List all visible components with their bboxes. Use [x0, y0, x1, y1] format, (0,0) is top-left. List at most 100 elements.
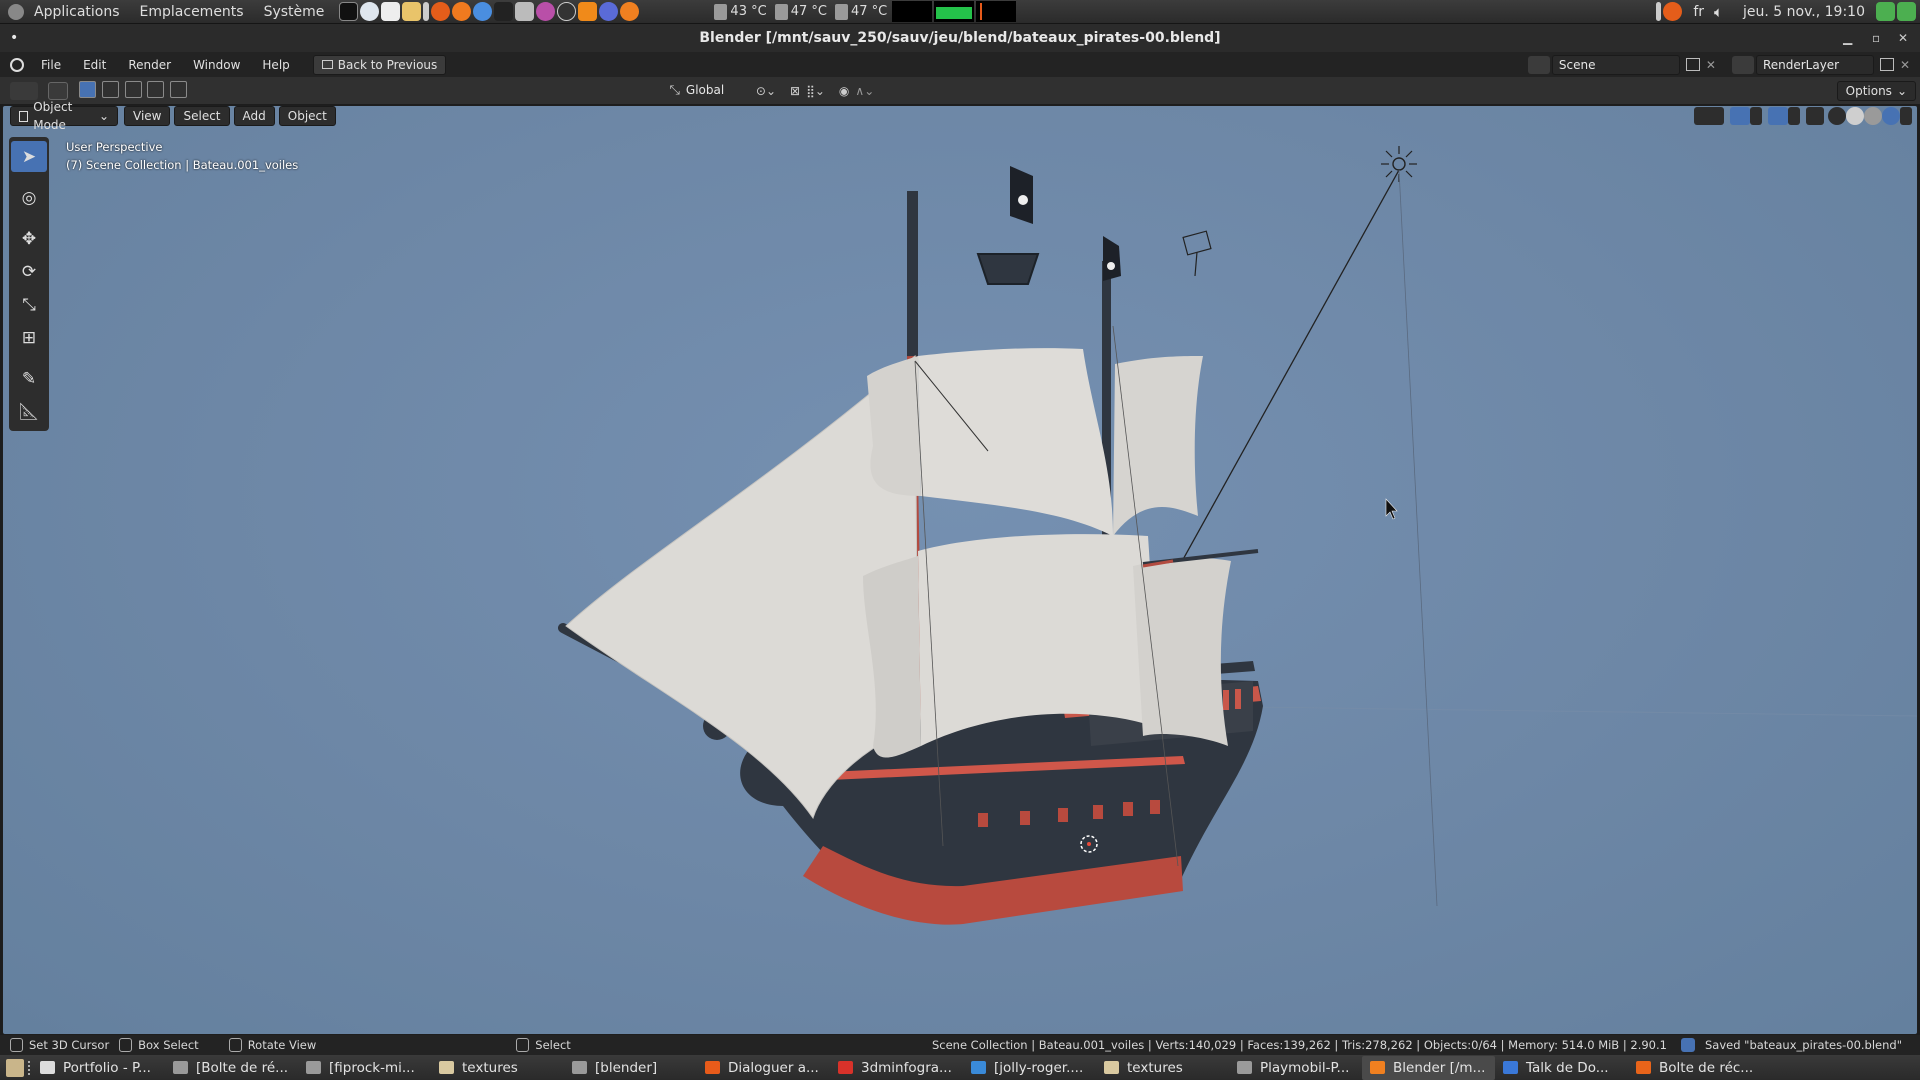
taskbar-item[interactable]: Blender [/m... — [1362, 1055, 1495, 1080]
blender-launcher-icon[interactable] — [620, 2, 640, 21]
menu-object[interactable]: Object — [278, 106, 336, 126]
taskbar-item[interactable]: Portfolio - P... — [32, 1056, 165, 1080]
overlay-toggle-icon[interactable] — [1768, 107, 1788, 125]
overlay-dropdown-icon[interactable] — [1788, 107, 1800, 125]
menu-window[interactable]: Window — [182, 58, 251, 72]
calendar-launcher-icon[interactable] — [381, 2, 401, 21]
close-icon[interactable]: ✕ — [1898, 24, 1908, 52]
transform-orientation-icon[interactable]: ⤡ — [670, 83, 680, 98]
back-to-previous-button[interactable]: Back to Previous — [312, 54, 447, 75]
object-mode-dropdown[interactable]: Object Mode ⌄ — [10, 100, 118, 132]
menu-system[interactable]: Système — [254, 4, 335, 20]
system-monitor-icon[interactable] — [402, 2, 422, 21]
menu-view[interactable]: View — [124, 106, 171, 126]
rotate-tool-icon[interactable]: ⟳ — [11, 256, 47, 287]
taskbar-item[interactable]: [jolly-roger.... — [963, 1056, 1096, 1080]
terminal-launcher-icon[interactable] — [339, 2, 359, 21]
taskbar-item[interactable]: [Bolte de ré... — [165, 1056, 298, 1080]
globe-launcher-icon[interactable] — [360, 2, 380, 21]
new-scene-icon[interactable] — [1685, 58, 1700, 71]
taskbar-item[interactable]: Playmobil-P... — [1229, 1056, 1362, 1080]
taskbar-item[interactable]: [fiprock-mi... — [298, 1056, 431, 1080]
menu-edit[interactable]: Edit — [72, 58, 117, 72]
vlc-launcher-icon[interactable] — [578, 2, 598, 21]
editor-type-icon[interactable] — [10, 81, 38, 100]
visibility-icon[interactable] — [1694, 107, 1724, 125]
menu-render[interactable]: Render — [117, 58, 182, 72]
scale-tool-icon[interactable]: ⤡ — [11, 289, 47, 320]
snap-target-icon[interactable]: ⣿⌄ — [806, 84, 825, 98]
maximize-icon[interactable]: ▫ — [1872, 24, 1880, 52]
menu-file[interactable]: File — [30, 58, 72, 72]
gizmo-toggle-icon[interactable] — [1730, 107, 1750, 125]
chromium-launcher-icon[interactable] — [473, 2, 493, 21]
3d-viewport[interactable] — [2, 105, 1918, 1035]
eye-launcher-icon[interactable] — [515, 2, 535, 21]
pirate-ship[interactable] — [558, 166, 1263, 925]
minimize-icon[interactable]: ▁ — [1843, 24, 1852, 52]
render-layer-field[interactable]: RenderLayer — [1755, 54, 1874, 75]
delete-view-layer-icon[interactable]: ✕ — [1900, 58, 1910, 72]
cross-launcher-icon[interactable] — [431, 2, 451, 21]
blender-logo-icon[interactable] — [10, 57, 24, 72]
shutdown-icon[interactable] — [1897, 2, 1916, 21]
annotate-tool-icon[interactable]: ✎ — [11, 363, 47, 394]
menu-applications[interactable]: Applications — [24, 4, 130, 20]
taskbar-item[interactable]: textures — [431, 1056, 564, 1080]
xray-toggle-icon[interactable] — [1806, 107, 1824, 125]
select-tool-icon[interactable] — [48, 81, 68, 100]
move-tool-icon[interactable]: ✥ — [11, 223, 47, 254]
material-shading-icon[interactable] — [1864, 107, 1882, 125]
pivot-point-icon[interactable]: ⊙⌄ — [756, 84, 776, 98]
transform-tool-icon[interactable]: ⊞ — [11, 322, 47, 353]
window-title-bar[interactable]: • Blender [/mnt/sauv_250/sauv/jeu/blend/… — [0, 24, 1920, 52]
scene-selector-icon[interactable] — [1527, 55, 1550, 74]
window-menu-dot[interactable]: • — [10, 24, 18, 52]
taskbar-item[interactable]: Talk de Do... — [1495, 1056, 1628, 1080]
memory-meter[interactable] — [934, 1, 975, 22]
menu-help[interactable]: Help — [251, 58, 300, 72]
menu-select[interactable]: Select — [174, 106, 230, 126]
delete-scene-icon[interactable]: ✕ — [1706, 58, 1716, 72]
tray-dots-icon[interactable] — [1656, 2, 1662, 21]
taskbar-item[interactable]: Bolte de réc... — [1628, 1056, 1761, 1080]
view-layer-icon[interactable] — [1731, 55, 1754, 74]
gizmo-dropdown-icon[interactable] — [1750, 107, 1762, 125]
applications-icon[interactable] — [8, 3, 24, 20]
select-extend-icon[interactable] — [101, 80, 119, 98]
falloff-icon[interactable]: ∧⌄ — [855, 84, 874, 98]
select-invert-icon[interactable] — [147, 80, 165, 98]
menu-add[interactable]: Add — [233, 106, 275, 126]
select-intersect-icon[interactable] — [170, 80, 188, 98]
select-box-tool-icon[interactable]: ➤ — [11, 141, 47, 172]
show-desktop-icon[interactable] — [6, 1058, 24, 1077]
shading-dropdown-icon[interactable] — [1900, 107, 1912, 125]
new-view-layer-icon[interactable] — [1879, 58, 1894, 71]
update-notifier-icon[interactable] — [1663, 2, 1683, 21]
select-subtract-icon[interactable] — [124, 80, 142, 98]
obs-launcher-icon[interactable] — [557, 2, 577, 21]
select-new-icon[interactable] — [79, 80, 96, 98]
keyboard-layout[interactable]: fr — [1683, 4, 1714, 20]
dots-launcher-icon[interactable] — [423, 2, 430, 21]
color-wheel-launcher-icon[interactable] — [536, 2, 556, 21]
menu-places[interactable]: Emplacements — [130, 4, 254, 20]
scene-render[interactable] — [3, 106, 1918, 1035]
clock[interactable]: jeu. 5 nov., 19:10 — [1733, 4, 1875, 20]
user-switch-icon[interactable] — [1876, 2, 1895, 21]
wireframe-shading-icon[interactable] — [1828, 107, 1846, 125]
audio-launcher-icon[interactable] — [599, 2, 619, 21]
taskbar-item[interactable]: 3dminfogra... — [830, 1056, 963, 1080]
firefox-launcher-icon[interactable] — [452, 2, 472, 21]
rendered-shading-icon[interactable] — [1882, 107, 1900, 125]
taskbar-item[interactable]: Dialoguer a... — [697, 1056, 830, 1080]
measure-tool-icon[interactable]: 📐︎ — [11, 396, 47, 427]
inkscape-launcher-icon[interactable] — [494, 2, 514, 21]
taskbar-item[interactable]: [blender] — [564, 1056, 697, 1080]
scene-name-field[interactable]: Scene — [1551, 54, 1680, 75]
camera-object[interactable] — [1182, 230, 1212, 277]
network-meter[interactable] — [976, 1, 1017, 22]
snap-toggle-icon[interactable]: ⊠ — [790, 84, 800, 98]
options-dropdown[interactable]: Options ⌄ — [1836, 80, 1916, 101]
cpu-meter[interactable] — [892, 1, 933, 22]
